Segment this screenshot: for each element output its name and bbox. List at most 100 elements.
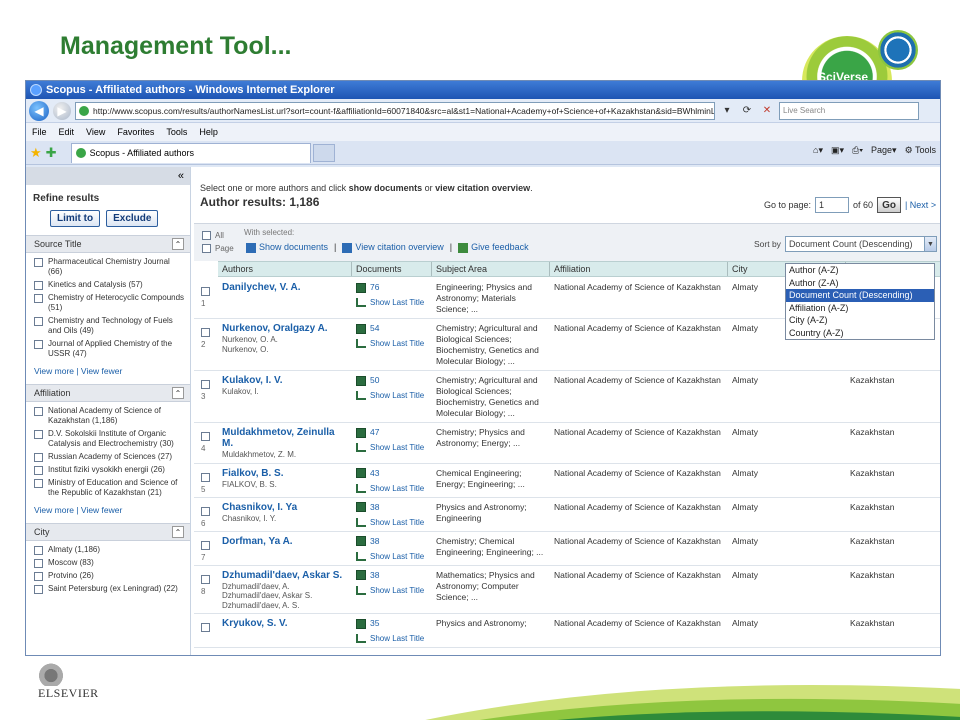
checkbox[interactable] [34, 559, 43, 568]
documents-count-link[interactable]: 43 [356, 468, 428, 479]
checkbox[interactable] [34, 430, 43, 439]
facet-affiliation[interactable]: Affiliation ⌃ [26, 384, 190, 402]
sort-option[interactable]: Country (A-Z) [786, 327, 934, 340]
checkbox[interactable] [34, 585, 43, 594]
row-checkbox[interactable] [201, 380, 210, 389]
menu-edit[interactable]: Edit [59, 127, 75, 137]
author-name-link[interactable]: Danilychev, V. A. [222, 282, 348, 293]
checkbox[interactable] [34, 258, 43, 267]
facet-item[interactable]: Pharmaceutical Chemistry Journal (66) [34, 257, 186, 277]
sort-select[interactable]: Document Count (Descending) ▼ [784, 236, 937, 252]
address-bar[interactable]: http://www.scopus.com/results/authorName… [75, 101, 715, 120]
col-subject[interactable]: Subject Area [432, 262, 550, 276]
view-more-link[interactable]: View more | View fewer [26, 362, 190, 376]
checkbox[interactable] [34, 572, 43, 581]
dropdown-arrow-icon[interactable]: ▾ [719, 103, 735, 119]
show-last-title-link[interactable]: Show Last Title [356, 633, 428, 644]
facet-item[interactable]: Russian Academy of Sciences (27) [34, 452, 186, 462]
give-feedback-link[interactable]: Give feedback [458, 242, 529, 253]
sort-option-selected[interactable]: Document Count (Descending) [786, 289, 934, 302]
collapse-icon[interactable]: ⌃ [172, 526, 184, 538]
facet-item[interactable]: Chemistry of Heterocyclic Compounds (51) [34, 293, 186, 313]
show-last-title-link[interactable]: Show Last Title [356, 390, 428, 401]
show-last-title-link[interactable]: Show Last Title [356, 551, 428, 562]
facet-item[interactable]: D.V. Sokolskii Institute of Organic Cata… [34, 429, 186, 449]
new-tab-button[interactable] [312, 143, 335, 162]
menu-help[interactable]: Help [199, 127, 218, 137]
checkbox[interactable] [34, 294, 43, 303]
documents-count-link[interactable]: 35 [356, 618, 428, 629]
back-button[interactable]: ◀ [29, 100, 49, 121]
tools-menu[interactable]: ⚙ Tools [905, 145, 936, 156]
collapse-icon[interactable]: ⌃ [172, 238, 184, 250]
col-authors[interactable]: Authors [218, 262, 352, 276]
facet-item[interactable]: Chemistry and Technology of Fuels and Oi… [34, 316, 186, 336]
author-name-link[interactable]: Dorfman, Ya A. [222, 536, 348, 547]
exclude-button[interactable]: Exclude [106, 210, 159, 227]
checkbox[interactable] [34, 453, 43, 462]
menu-tools[interactable]: Tools [166, 127, 187, 137]
page-menu[interactable]: Page▾ [871, 145, 897, 156]
forward-button[interactable]: ▶ [53, 101, 71, 120]
facet-item[interactable]: Journal of Applied Chemistry of the USSR… [34, 339, 186, 359]
live-search-input[interactable]: Live Search [779, 101, 919, 120]
feeds-icon[interactable]: ▣▾ [831, 145, 844, 156]
author-name-link[interactable]: Fialkov, B. S. [222, 468, 348, 479]
documents-count-link[interactable]: 54 [356, 323, 428, 334]
author-name-link[interactable]: Muldakhmetov, Zeinulla M. [222, 427, 348, 449]
documents-count-link[interactable]: 38 [356, 536, 428, 547]
home-icon[interactable]: ⌂▾ [813, 145, 823, 156]
checkbox[interactable] [34, 546, 43, 555]
row-checkbox[interactable] [201, 287, 210, 296]
show-last-title-link[interactable]: Show Last Title [356, 297, 428, 308]
author-name-link[interactable]: Chasnikov, I. Ya [222, 502, 348, 513]
checkbox[interactable] [34, 479, 43, 488]
collapse-icon[interactable]: ⌃ [172, 387, 184, 399]
author-name-link[interactable]: Nurkenov, Oralgazy A. [222, 323, 348, 334]
row-checkbox[interactable] [201, 506, 210, 516]
col-affiliation[interactable]: Affiliation [550, 262, 728, 276]
select-page[interactable]: Page [202, 243, 234, 253]
row-checkbox[interactable] [201, 472, 210, 482]
add-favorite-icon[interactable]: ✚ [46, 145, 57, 161]
refresh-icon[interactable]: ⟳ [739, 103, 755, 119]
author-name-link[interactable]: Dzhumadil'daev, Askar S. [222, 570, 348, 581]
facet-item[interactable]: National Academy of Science of Kazakhsta… [34, 406, 186, 426]
view-more-link[interactable]: View more | View fewer [26, 501, 190, 515]
go-button[interactable]: Go [877, 197, 901, 213]
facet-item[interactable]: Saint Petersburg (ex Leningrad) (22) [34, 584, 186, 594]
checkbox[interactable] [34, 340, 43, 349]
checkbox[interactable] [202, 244, 211, 253]
view-citation-link[interactable]: View citation overview [342, 242, 444, 253]
show-last-title-link[interactable]: Show Last Title [356, 338, 428, 349]
row-checkbox[interactable] [201, 574, 210, 584]
show-last-title-link[interactable]: Show Last Title [356, 585, 428, 596]
page-input[interactable]: 1 [815, 197, 850, 213]
facet-source-title[interactable]: Source Title ⌃ [26, 235, 190, 253]
row-checkbox[interactable] [201, 623, 210, 632]
facet-item[interactable]: Kinetics and Catalysis (57) [34, 280, 186, 290]
checkbox[interactable] [34, 317, 43, 326]
show-documents-link[interactable]: Show documents [246, 242, 328, 253]
favorites-star-icon[interactable]: ★ [30, 145, 42, 161]
show-last-title-link[interactable]: Show Last Title [356, 442, 428, 453]
stop-icon[interactable]: ✕ [759, 103, 775, 119]
limit-to-button[interactable]: Limit to [50, 210, 101, 227]
documents-count-link[interactable]: 38 [356, 570, 428, 581]
documents-count-link[interactable]: 76 [356, 282, 428, 293]
show-last-title-link[interactable]: Show Last Title [356, 483, 428, 494]
documents-count-link[interactable]: 47 [356, 427, 428, 438]
menu-favorites[interactable]: Favorites [117, 127, 154, 137]
sort-option[interactable]: Affiliation (A-Z) [786, 302, 934, 315]
row-checkbox[interactable] [201, 540, 210, 550]
facet-item[interactable]: Ministry of Education and Science of the… [34, 478, 186, 498]
next-link[interactable]: | Next > [905, 200, 936, 210]
author-name-link[interactable]: Kryukov, S. V. [222, 618, 348, 629]
facet-city[interactable]: City ⌃ [26, 523, 190, 541]
facet-item[interactable]: Institut fiziki vysokikh energii (26) [34, 465, 186, 475]
menu-view[interactable]: View [86, 127, 105, 137]
checkbox[interactable] [34, 466, 43, 475]
checkbox[interactable] [34, 281, 43, 290]
sort-option[interactable]: Author (Z-A) [786, 277, 934, 290]
author-name-link[interactable]: Kulakov, I. V. [222, 375, 348, 386]
